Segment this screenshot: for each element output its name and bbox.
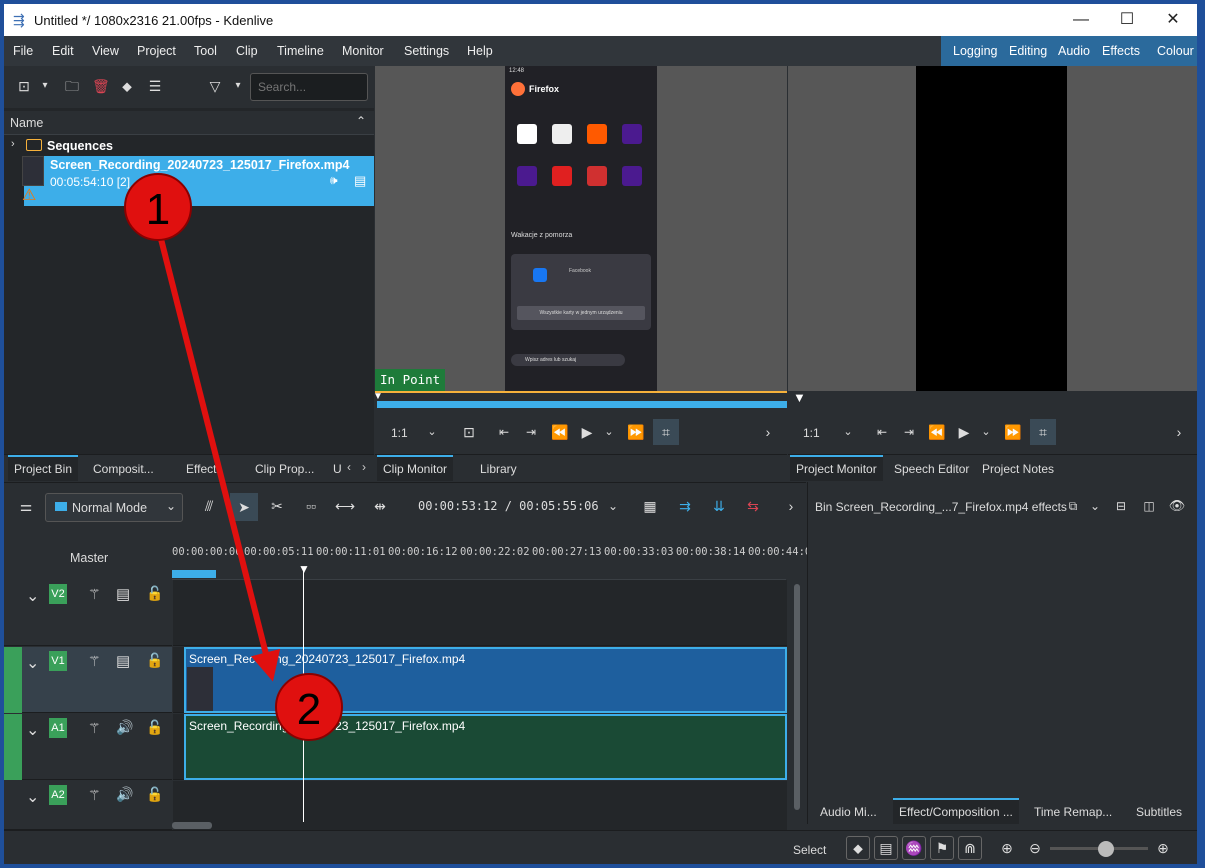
- annotation-marker-1: 1: [124, 173, 192, 241]
- annotation-arrow: [157, 234, 281, 682]
- annotation-marker-1-text: 1: [146, 185, 170, 234]
- annotation-marker-2-text: 2: [297, 685, 321, 734]
- annotation-overlay: 1 2: [124, 173, 343, 741]
- annotation-marker-2: 2: [275, 673, 343, 741]
